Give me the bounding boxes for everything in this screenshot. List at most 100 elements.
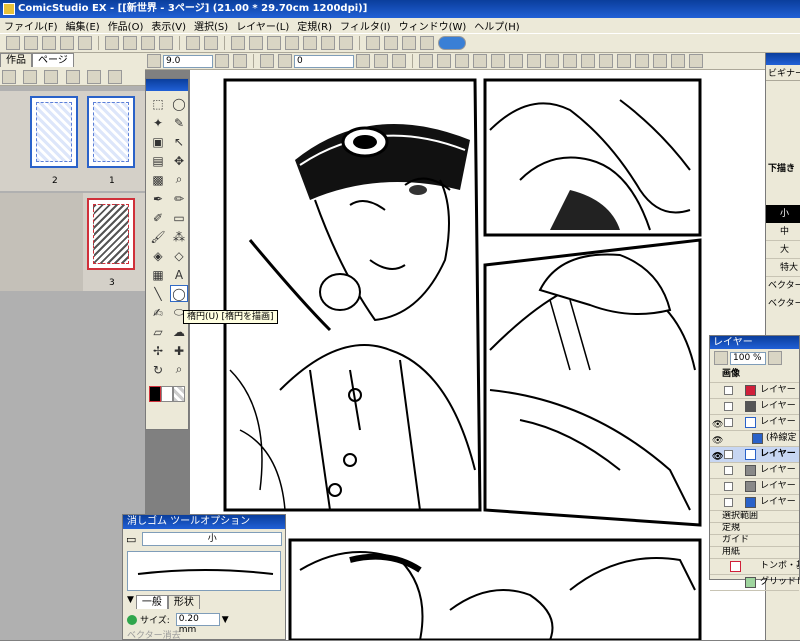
pointer-icon[interactable] [65,70,80,84]
drawing-color-black[interactable] [149,386,161,402]
angle-field[interactable]: 0 [294,54,354,68]
grid-icon[interactable] [563,54,577,68]
magic-wand-icon[interactable]: ✦ [149,114,167,131]
new-page-icon[interactable] [24,36,38,50]
layer-row[interactable]: レイヤー [710,479,799,495]
menu-window[interactable]: ウィンドウ(W) [395,18,471,33]
eye-icon[interactable]: 👁 [712,450,723,462]
lasso-icon[interactable]: ◯ [170,95,188,112]
layer-checkbox[interactable] [724,498,733,507]
copy-icon[interactable] [123,36,137,50]
layer-checkbox[interactable] [724,450,733,459]
pencil-icon[interactable]: ✏ [170,190,188,207]
snap5-icon[interactable] [671,54,685,68]
page-thumbnail[interactable] [30,96,78,168]
opacity-dropdown-icon[interactable] [768,351,782,365]
property-icon[interactable] [366,36,380,50]
layer-mode-icon[interactable] [714,351,728,365]
doc-arrow-icon[interactable] [233,54,247,68]
pen-tool-icon[interactable]: ✍ [149,304,167,321]
move-icon[interactable]: ✥ [170,152,188,169]
page2-icon[interactable] [107,70,122,84]
pen-icon[interactable]: ✒ [149,190,167,207]
flip-horizontal-icon[interactable] [374,54,388,68]
section-guide[interactable]: ガイド [710,535,799,547]
layer-checkbox[interactable] [724,466,733,475]
object-select-icon[interactable]: ↖ [170,133,188,150]
stamp-icon[interactable]: ✢ [149,342,167,359]
tab-pages[interactable]: ページ [32,53,74,67]
spray-icon[interactable]: ⁂ [170,228,188,245]
tab-works[interactable]: 作品 [0,53,32,67]
tool-palette-titlebar[interactable] [146,79,188,91]
hand-icon[interactable] [44,70,59,84]
fill-icon[interactable]: ◈ [149,247,167,264]
layer-row[interactable]: レイヤー [710,399,799,415]
layer-group[interactable]: 画像 [710,367,799,383]
brush-icon[interactable]: 🖌 [149,228,167,245]
tab-general[interactable]: 一般 [135,595,168,609]
eraser-icon[interactable]: ▭ [170,209,188,226]
brush-size-select[interactable]: 小 [142,532,282,546]
ruler-tool-icon[interactable]: ▤ [149,152,167,169]
layer-row[interactable]: 👁 (枠線定 [710,431,799,447]
snap6-icon[interactable] [689,54,703,68]
ruler-icon[interactable] [147,54,161,68]
menu-edit[interactable]: 編集(E) [62,18,104,33]
marker-icon[interactable]: ✐ [149,209,167,226]
ruler-line-icon[interactable] [527,54,541,68]
drawing-color-white[interactable] [161,386,173,402]
menu-help[interactable]: ヘルプ(H) [470,18,523,33]
window2-icon[interactable] [402,36,416,50]
size-input[interactable]: 0.20 mm [175,613,220,635]
doc-icon[interactable] [215,54,229,68]
save-icon[interactable] [60,36,74,50]
frame-icon[interactable]: ▩ [149,171,167,188]
page-icon[interactable] [86,70,101,84]
layout3-icon[interactable] [321,36,335,50]
color-icon[interactable] [339,36,353,50]
transform6-icon[interactable] [509,54,523,68]
flip-vertical-icon[interactable] [392,54,406,68]
rotate-right-icon[interactable] [278,54,292,68]
drawing-color-transparent[interactable] [173,386,185,402]
menu-filter[interactable]: フィルタ(I) [336,18,395,33]
cls-icon[interactable] [438,36,466,50]
opacity-field[interactable]: 100 % [730,351,766,365]
redo-icon[interactable] [204,36,218,50]
layer-row[interactable]: レイヤー [710,383,799,399]
menu-layer[interactable]: レイヤー(L) [232,18,293,33]
eye-icon[interactable]: 👁 [712,434,723,446]
section-selection[interactable]: 選択範囲 [710,511,799,523]
page-list-icon[interactable] [2,70,16,84]
ellipse-icon[interactable]: ◯ [170,285,188,302]
vector-option[interactable]: ベクター [766,295,800,313]
menu-ruler[interactable]: 定規(R) [293,18,336,33]
flip-icon[interactable] [356,54,370,68]
zoom-icon[interactable]: ⌕ [170,171,188,188]
collapse-icon[interactable]: ▼ [127,595,134,609]
layout-icon[interactable] [285,36,299,50]
menu-view[interactable]: 表示(V) [147,18,190,33]
layer-checkbox[interactable] [724,418,733,427]
rotate-icon[interactable]: ↻ [149,361,167,378]
size-medium[interactable]: 中 [766,223,800,241]
snap3-icon[interactable] [635,54,649,68]
layer-checkbox[interactable] [724,386,733,395]
size-extra-large[interactable]: 特大 [766,259,800,277]
magnifier-icon[interactable]: ⌕ [170,361,188,378]
transform1-icon[interactable] [419,54,433,68]
play-icon[interactable] [420,36,434,50]
layer-row[interactable]: レイヤー [710,495,799,511]
snap4-icon[interactable] [653,54,667,68]
window1-icon[interactable] [384,36,398,50]
layer-move-icon[interactable]: ▣ [149,133,167,150]
page-thumbnail[interactable] [87,96,135,168]
cut-icon[interactable] [105,36,119,50]
paper-layer-row[interactable]: トンボ・基本 [710,559,799,575]
rect-select-icon[interactable]: ⬚ [149,95,167,112]
transform2-icon[interactable] [437,54,451,68]
undo-icon[interactable] [186,36,200,50]
transform4-icon[interactable] [473,54,487,68]
section-paper[interactable]: 用紙 [710,547,799,559]
